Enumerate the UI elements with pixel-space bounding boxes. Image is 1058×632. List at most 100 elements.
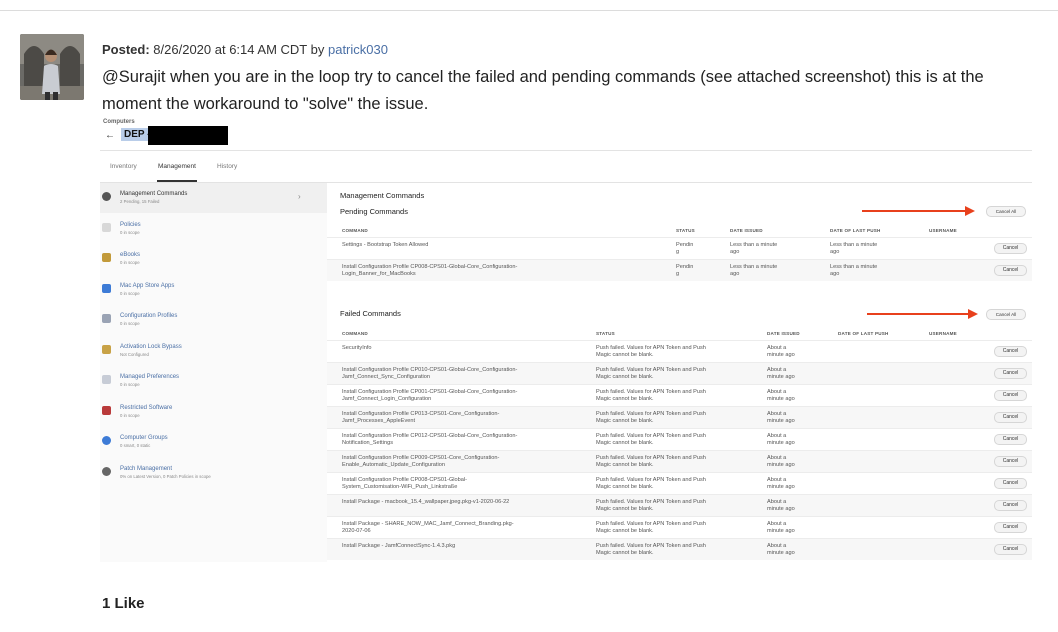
cell-command: Settings - Bootstrap Token Allowed [342,242,429,248]
sidebar-item[interactable]: Management Commands 2 Pending, 15 Failed › [100,183,327,213]
sidebar-item[interactable]: Policies 0 in scope [100,214,327,244]
column-header: USERNAME [929,228,957,233]
sidebar-item[interactable]: Activation Lock Bypass Not Configured [100,336,327,366]
sidebar-item-label: Managed Preferences [120,374,180,380]
cell-status: Push failed. Values for APN Token and Pu… [596,499,706,512]
cell-issued: About a minute ago [767,433,795,446]
app-store-icon [102,283,111,293]
cell-status: Push failed. Values for APN Token and Pu… [596,455,706,468]
table-row: SecurityInfo Push failed. Values for APN … [327,340,1032,362]
sidebar-item[interactable]: Configuration Profiles 0 in scope [100,305,327,335]
table-row: Install Package - SHARE_NOW_MAC_Jamf_Con… [327,516,1032,538]
cell-status: Push failed. Values for APN Token and Pu… [596,389,706,402]
cell-issued: About a minute ago [767,477,795,490]
cell-status: Push failed. Values for APN Token and Pu… [596,521,706,534]
table-row: Install Configuration Profile CP008-CPS0… [327,259,1032,281]
sidebar-item[interactable]: Patch Management 0% on Latest Version, 0 … [100,458,327,488]
table-row: Install Package - macbook_15.4_wallpaper… [327,494,1032,516]
sidebar-item[interactable]: Mac App Store Apps 0 in scope [100,275,327,305]
pending-commands-title: Pending Commands [340,207,408,216]
sidebar-item[interactable]: Computer Groups 0 smart, 0 static [100,427,327,457]
column-header: STATUS [596,331,615,336]
cancel-all-pending-button[interactable]: Cancel All [986,206,1026,217]
cell-command: Install Configuration Profile CP008-CPS0… [342,264,518,277]
tab-history[interactable]: History [217,163,237,170]
cell-status: Push failed. Values for APN Token and Pu… [596,345,706,358]
sidebar-item-label: Policies [120,221,141,228]
sidebar-item-label: Patch Management [120,465,173,472]
cell-command: Install Package - SHARE_NOW_MAC_Jamf_Con… [342,521,514,534]
post-meta: Posted: 8/26/2020 at 6:14 AM CDT by patr… [102,42,388,57]
table-row: Install Configuration Profile CP010-CPS0… [327,362,1032,384]
cell-issued: Less than a minute ago [730,264,778,277]
cell-issued: About a minute ago [767,345,795,358]
cancel-button[interactable]: Cancel [994,434,1027,445]
cancel-button[interactable]: Cancel [994,456,1027,467]
cancel-button[interactable]: Cancel [994,478,1027,489]
sidebar-item-subtitle: 0 in scope [120,321,140,326]
main-panel: Management Commands Pending Commands Can… [327,183,1032,562]
cancel-button[interactable]: Cancel [994,368,1027,379]
cell-command: Install Configuration Profile CP001-CPS0… [342,389,518,402]
cell-command: Install Package - macbook_15.4_wallpaper… [342,499,510,505]
shield-icon [102,405,111,415]
cell-issued: About a minute ago [767,455,795,468]
policies-icon [102,222,111,232]
tab-inventory[interactable]: Inventory [110,163,137,170]
cancel-button[interactable]: Cancel [994,522,1027,533]
chevron-right-icon: › [298,192,301,201]
column-header: DATE OF LAST PUSH [838,331,889,336]
sidebar-item-subtitle: 0 in scope [120,229,140,235]
cancel-button[interactable]: Cancel [994,243,1027,254]
top-divider [0,10,1058,11]
table-row: Install Configuration Profile CP009-CPS0… [327,450,1032,472]
back-arrow-icon[interactable]: ← [105,130,115,141]
author-link[interactable]: patrick030 [328,42,388,57]
cell-command: Install Configuration Profile CP008-CPS0… [342,477,467,490]
column-header: DATE ISSUED [767,331,800,336]
tab-management[interactable]: Management [158,163,196,170]
like-count[interactable]: 1 Like [102,595,145,612]
post-date: 8/26/2020 at 6:14 AM CDT [153,42,307,57]
cancel-button[interactable]: Cancel [994,390,1027,401]
cancel-button[interactable]: Cancel [994,544,1027,555]
sidebar: Management Commands 2 Pending, 15 Failed ›… [100,183,327,562]
avatar[interactable] [20,34,84,100]
column-header: USERNAME [929,331,957,336]
redaction-box [148,126,228,145]
cancel-all-failed-button[interactable]: Cancel All [986,309,1026,320]
red-arrow-pending [862,210,965,212]
sidebar-item[interactable]: eBooks 0 in scope [100,244,327,274]
preferences-icon [102,375,111,384]
cell-status: Push failed. Values for APN Token and Pu… [596,543,706,556]
cell-issued: About a minute ago [767,411,795,424]
management-commands-title: Management Commands [340,191,425,200]
red-arrow-head-failed [968,309,978,319]
cell-status: Push failed. Values for APN Token and Pu… [596,477,706,490]
sidebar-item-label: Management Commands [120,191,188,197]
column-header: STATUS [676,228,695,233]
red-arrow-head-pending [965,206,975,216]
sidebar-item[interactable]: Restricted Software 0 in scope [100,397,327,427]
post-body: @Surajit when you are in the loop try to… [102,68,984,113]
cell-issued: About a minute ago [767,543,795,556]
cancel-button[interactable]: Cancel [994,500,1027,511]
sidebar-item-subtitle: 0 smart, 0 static [120,443,151,448]
patch-icon [102,466,111,476]
cancel-button[interactable]: Cancel [994,265,1027,276]
sidebar-item-subtitle: 0 in scope [120,382,140,387]
sidebar-item-subtitle: Not Configured [120,351,149,357]
profiles-icon [102,314,111,323]
cancel-button[interactable]: Cancel [994,346,1027,357]
gear-icon [102,192,111,201]
cell-status: Push failed. Values for APN Token and Pu… [596,411,706,424]
sidebar-item-label: Mac App Store Apps [120,282,175,289]
cancel-button[interactable]: Cancel [994,412,1027,423]
cell-command: Install Package - JamfConnectSync-1.4.3.… [342,543,456,549]
cell-command: Install Configuration Profile CP013-CPS0… [342,411,500,424]
column-header: DATE OF LAST PUSH [830,228,881,233]
lock-icon [102,344,111,354]
posted-label: Posted: [102,42,150,57]
cell-issued: About a minute ago [767,389,795,402]
sidebar-item[interactable]: Managed Preferences 0 in scope [100,366,327,396]
